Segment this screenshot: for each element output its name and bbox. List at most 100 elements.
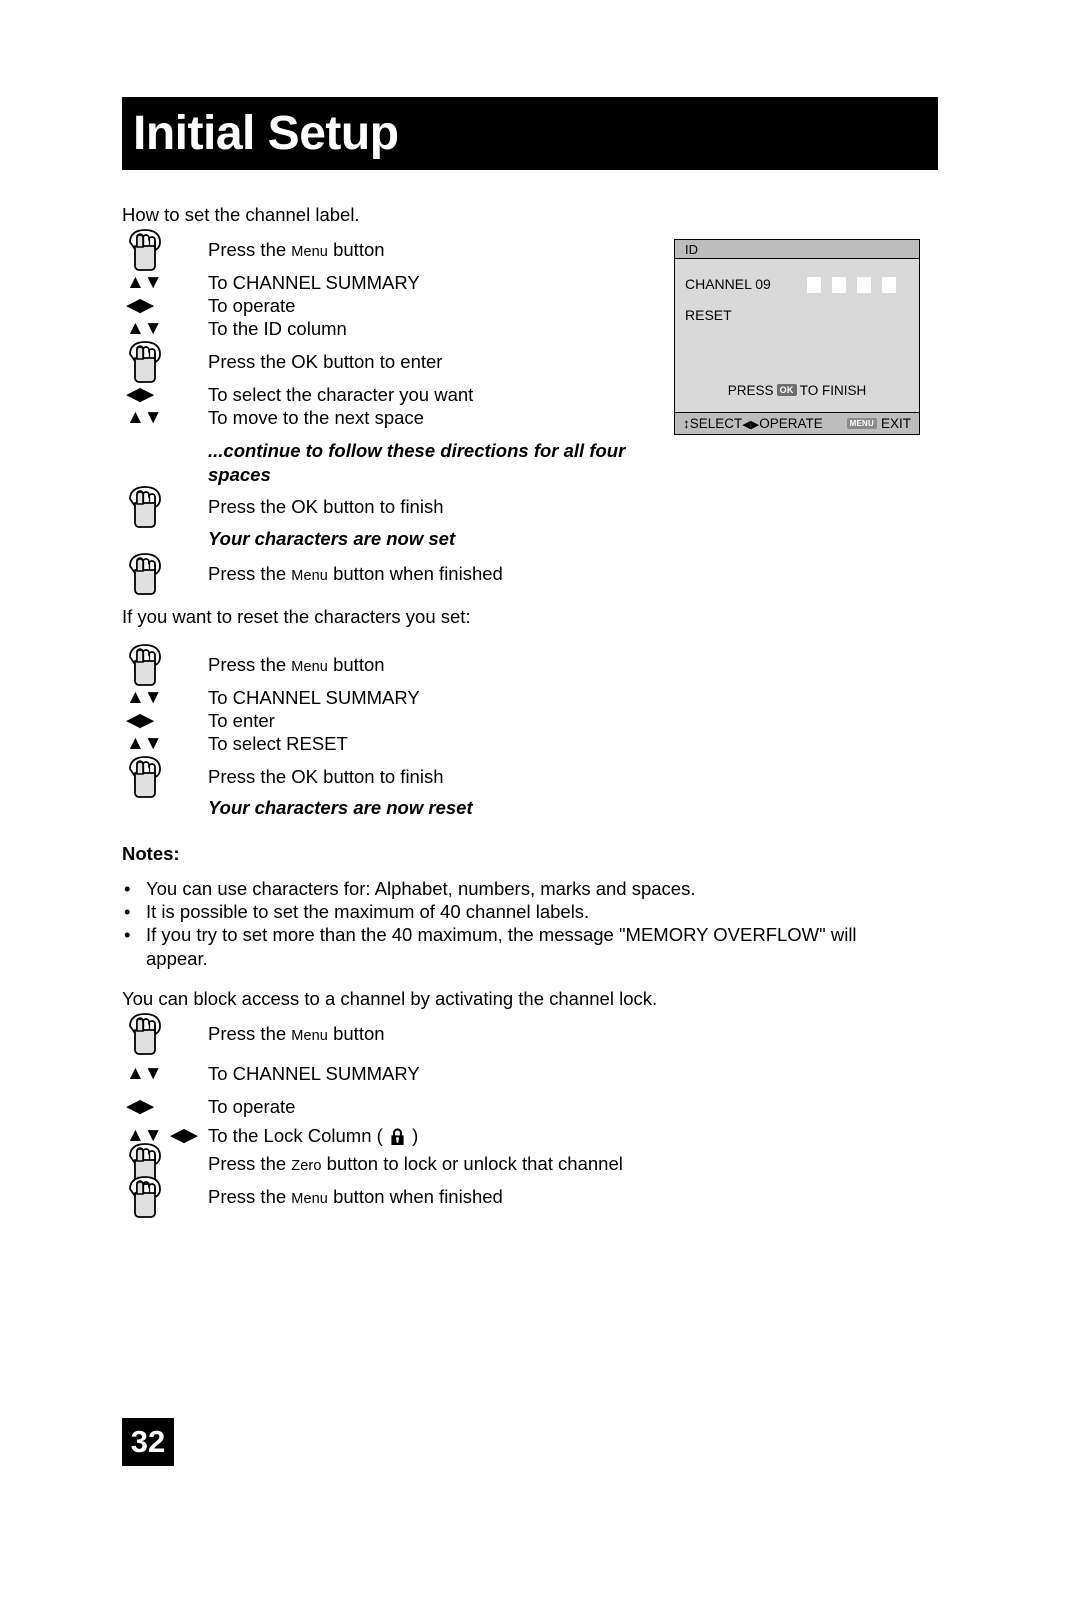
step-row: Press the Menu button	[122, 229, 682, 271]
leftright-arrow-glyph: ◀▶	[126, 295, 154, 316]
leftright-arrow-glyph: ◀▶	[169, 1125, 198, 1146]
osd-footer-right: MENU EXIT	[846, 416, 911, 432]
step-row: Press the Menu button	[122, 1013, 682, 1055]
step-text-pre: To operate	[208, 295, 296, 316]
osd-press-hint: PRESS OK TO FINISH	[675, 383, 919, 399]
osd-title: ID	[685, 242, 698, 257]
document-page: Initial Setup How to set the channel lab…	[0, 0, 1080, 1604]
step-label: Press the Menu button	[208, 653, 385, 679]
step-text-pre: Press the	[208, 1153, 292, 1174]
osd-press-before: PRESS	[727, 383, 774, 398]
step-text-pre: To select the character you want	[208, 384, 474, 405]
step-text-post: button to lock or unlock that channel	[321, 1153, 623, 1174]
osd-channel-label: CHANNEL 09	[685, 276, 771, 292]
step-label: Press the Menu button	[208, 238, 385, 264]
updown-arrow-glyph: ▲▼	[126, 687, 163, 708]
step-text-post: button	[327, 654, 385, 675]
step-text-pre: To CHANNEL SUMMARY	[208, 687, 420, 708]
step-text-post: button	[327, 1023, 385, 1044]
step-label: Press the OK button to finish	[208, 765, 444, 789]
step-row: ▲▼ To select RESET	[122, 730, 682, 760]
osd-footer-bar: ↕SELECT◀▶OPERATE MENU EXIT	[675, 412, 919, 434]
step-label: To move to the next space	[208, 406, 424, 430]
step-label: To operate	[208, 1095, 295, 1119]
step-text-pre: Press the	[208, 563, 292, 584]
osd-screen-panel: ID CHANNEL 09 RESET PRESS OK TO FINISH ↕SE…	[674, 239, 920, 435]
step-smallcap: Menu	[291, 1191, 328, 1207]
step-text-pre: Press the	[208, 239, 292, 260]
step-smallcap: Menu	[291, 568, 328, 584]
note-list-item: • It is possible to set the maximum of 4…	[124, 900, 914, 924]
step-text-post: button when finished	[327, 1186, 503, 1207]
step-label: Press the Zero button to lock or unlock …	[208, 1152, 623, 1178]
leftright-arrow-glyph: ◀▶	[126, 384, 154, 405]
lock-intro-text: You can block access to a channel by act…	[122, 988, 658, 1009]
step-text-pre: To move to the next space	[208, 407, 424, 428]
osd-character-slot[interactable]	[882, 277, 896, 293]
osd-titlebar	[675, 240, 919, 259]
osd-operate-label: OPERATE	[759, 416, 823, 431]
menu-chip-icon: MENU	[846, 418, 877, 429]
step-label: Press the Menu button when finished	[208, 1185, 503, 1211]
step-text-pre: To the ID column	[208, 318, 347, 339]
step-label: To select RESET	[208, 732, 348, 756]
step-row: ▲▼ To the ID column	[122, 315, 682, 345]
step-label: Press the OK button to finish	[208, 495, 444, 519]
updown-arrow-glyph: ▲▼	[126, 407, 163, 428]
step-row: Press the Zero button to lock or unlock …	[122, 1143, 682, 1185]
up-down-arrows-icon: ▲▼	[122, 404, 208, 434]
step-row: ▲▼ To move to the next space	[122, 404, 682, 434]
hand-press-icon	[122, 644, 208, 686]
lock-text-after: )	[406, 1125, 419, 1146]
hand-press-icon	[122, 553, 208, 595]
updown-arrow-glyph: ▲▼	[126, 1063, 163, 1084]
hand-press-icon	[122, 1013, 208, 1055]
osd-exit-label: EXIT	[880, 416, 911, 431]
step-label: To the Lock Column ( )	[208, 1124, 418, 1148]
italic-set-note: Your characters are now set	[208, 528, 456, 549]
step-row-lock-column: ▲▼ ◀▶ To the Lock Column ( )	[122, 1122, 682, 1152]
step-smallcap: Menu	[291, 244, 328, 260]
step-text-pre: To select RESET	[208, 733, 348, 754]
reset-intro-text: If you want to reset the characters you …	[122, 606, 471, 627]
leftright-arrow-glyph: ◀▶	[126, 710, 154, 731]
ok-chip-icon: OK	[776, 384, 797, 396]
left-right-arrows-icon: ◀▶	[122, 1093, 208, 1123]
osd-character-slot[interactable]	[807, 277, 821, 293]
hand-press-icon	[122, 486, 208, 528]
step-text-pre: Press the	[208, 1186, 292, 1207]
italic-reset-note: Your characters are now reset	[208, 797, 473, 818]
note-list-item: • You can use characters for: Alphabet, …	[124, 877, 914, 901]
lock-text-before: To the Lock Column (	[208, 1125, 388, 1146]
hand-press-icon	[122, 341, 208, 383]
step-text-pre: Press the OK button to finish	[208, 766, 444, 787]
up-down-arrows-icon: ▲▼	[122, 1060, 208, 1090]
step-text-pre: Press the	[208, 654, 292, 675]
note-text: It is possible to set the maximum of 40 …	[146, 901, 590, 922]
hand-press-icon	[122, 756, 208, 798]
bullet-icon: •	[124, 901, 131, 922]
step-text-pre: Press the OK button to finish	[208, 496, 444, 517]
step-row: ▲▼ To CHANNEL SUMMARY	[122, 1060, 682, 1090]
osd-character-slot[interactable]	[832, 277, 846, 293]
step-row: Press the OK button to finish	[122, 486, 682, 528]
osd-reset-label[interactable]: RESET	[685, 307, 732, 324]
label-intro-text: How to set the channel label.	[122, 204, 360, 225]
osd-character-slots	[807, 277, 907, 294]
step-label: Press the OK button to enter	[208, 350, 442, 374]
step-row: Press the Menu button when finished	[122, 1176, 682, 1218]
page-title: Initial Setup	[133, 107, 399, 160]
step-text-pre: To enter	[208, 710, 275, 731]
page-number-box: 32	[122, 1418, 174, 1466]
step-text-post: button when finished	[327, 563, 503, 584]
hand-press-icon	[122, 1176, 208, 1218]
step-row: Press the Menu button	[122, 644, 682, 686]
osd-character-slot[interactable]	[857, 277, 871, 293]
step-smallcap: Menu	[291, 1028, 328, 1044]
step-text-pre: To CHANNEL SUMMARY	[208, 1063, 420, 1084]
osd-press-after: TO FINISH	[799, 383, 867, 398]
step-label: To the ID column	[208, 317, 347, 341]
step-row: Press the Menu button when finished	[122, 553, 682, 595]
note-text: You can use characters for: Alphabet, nu…	[146, 878, 696, 899]
step-row: ◀▶ To operate	[122, 1093, 682, 1123]
